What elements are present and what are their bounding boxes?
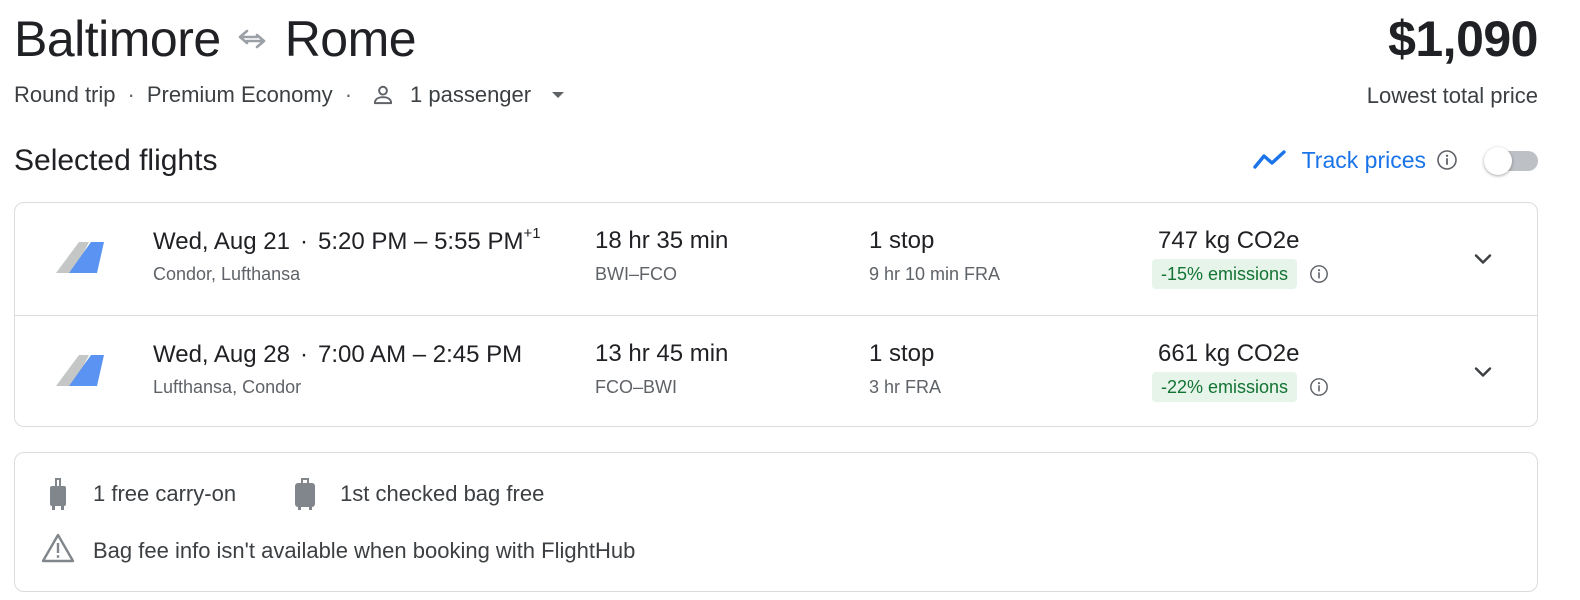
track-prices-label[interactable]: Track prices [1302,147,1426,174]
separator-dot: · [127,82,135,107]
selected-flights-list: Wed, Aug 21 · 5:20 PM – 5:55 PM+1 Condor, … [14,202,1538,427]
flight-duration: 13 hr 45 min [595,340,729,367]
selected-flights-title: Selected flights [14,144,218,177]
swap-arrows-icon [237,28,267,50]
airline-names: Condor, Lufthansa [153,264,301,284]
bag-fee-warning-text: Bag fee info isn't available when bookin… [93,537,636,563]
separator-dot: · [300,228,308,255]
carry-on-bag-icon [41,477,75,511]
cabin-class: Premium Economy [146,82,333,107]
flight-time-range: 5:20 PM – 5:55 PM [318,228,524,255]
caret-down-icon[interactable] [551,91,565,99]
track-prices-control: Track prices [1252,146,1538,175]
flight-booking-summary: Baltimore Rome $1,090 Round trip · Premi… [0,0,1580,600]
person-icon [370,82,396,108]
baggage-info-card: 1 free carry-on 1st checked bag free Bag… [14,452,1538,592]
warning-icon [41,533,75,568]
flight-row[interactable]: Wed, Aug 28 · 7:00 AM – 2:45 PM Lufthansa,… [15,315,1537,426]
flight-times: Wed, Aug 21 · 5:20 PM – 5:55 PM+1 [153,225,541,256]
stop-count: 1 stop [869,227,935,254]
co2-amount: 661 kg CO2e [1158,340,1300,367]
chevron-down-icon[interactable] [1471,360,1495,384]
flight-times: Wed, Aug 28 · 7:00 AM – 2:45 PM [153,340,522,369]
stop-count: 1 stop [869,340,935,367]
layover-info: 3 hr FRA [869,377,942,397]
day-offset: +1 [523,225,541,242]
airline-names: Lufthansa, Condor [153,377,302,397]
bag-fee-warning: Bag fee info isn't available when bookin… [41,533,635,568]
trip-type: Round trip [14,82,116,107]
carry-on-text: 1 free carry-on [93,481,237,506]
baggage-allowance: 1 free carry-on 1st checked bag free [41,477,544,511]
airport-codes: BWI–FCO [595,264,678,284]
flight-time-range: 7:00 AM – 2:45 PM [318,341,523,368]
airline-logo-icon [53,352,105,393]
trip-options: Round trip · Premium Economy · 1 passeng… [14,82,565,108]
airline-logo-icon [53,239,105,280]
toggle-knob [1484,147,1512,175]
passenger-count[interactable]: 1 passenger [410,82,531,108]
checked-bag-icon [288,477,322,511]
separator-dot: · [344,82,353,107]
flight-date: Wed, Aug 28 [153,341,290,368]
chevron-down-icon[interactable] [1471,247,1495,271]
route-title: Baltimore Rome [14,10,417,68]
info-icon[interactable] [1309,377,1329,397]
emissions-badge: -22% emissions [1152,372,1298,402]
co2-amount: 747 kg CO2e [1158,227,1300,254]
origin-city: Baltimore [14,11,221,67]
track-prices-toggle[interactable] [1484,146,1538,175]
price-caption: Lowest total price [1366,83,1538,108]
info-icon[interactable] [1436,149,1458,171]
trend-line-icon [1252,149,1288,171]
flight-date: Wed, Aug 21 [153,228,290,255]
total-price: $1,090 [1388,11,1538,67]
flight-row[interactable]: Wed, Aug 21 · 5:20 PM – 5:55 PM+1 Condor, … [15,203,1537,315]
emissions-badge: -15% emissions [1152,259,1298,289]
destination-city: Rome [284,11,417,67]
flight-duration: 18 hr 35 min [595,227,729,254]
airport-codes: FCO–BWI [595,377,678,397]
info-icon[interactable] [1309,264,1329,284]
layover-info: 9 hr 10 min FRA [869,264,1001,284]
separator-dot: · [300,341,308,368]
checked-bag-text: 1st checked bag free [340,481,545,506]
